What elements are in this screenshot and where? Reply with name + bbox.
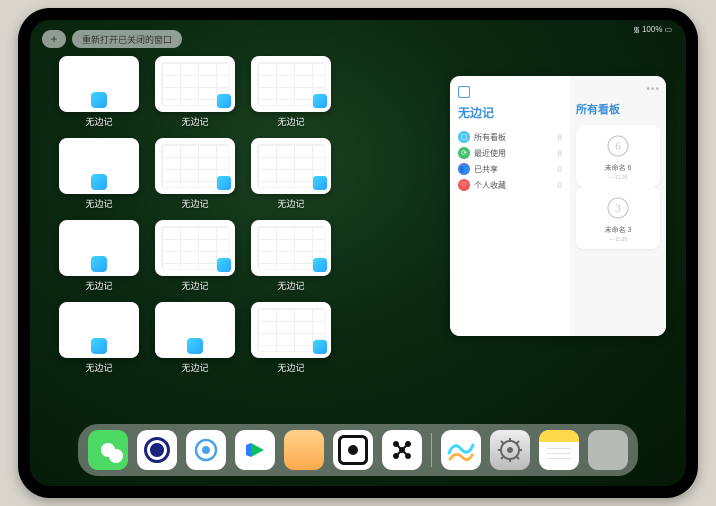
- freeform-icon[interactable]: [441, 430, 481, 470]
- plus-icon: +: [50, 32, 57, 46]
- switcher-tile[interactable]: 无边记: [250, 138, 332, 210]
- switcher-tile[interactable]: 无边记: [154, 302, 236, 374]
- board-timestamp: — 11:26: [609, 175, 628, 181]
- procreate-icon[interactable]: [333, 430, 373, 470]
- tile-label: 无边记: [85, 279, 112, 292]
- switcher-tile[interactable]: 无边记: [154, 56, 236, 128]
- tile-label: 无边记: [181, 115, 208, 128]
- sidebar-item-label: 个人收藏: [474, 180, 558, 191]
- board-name: 未命名 6: [605, 163, 632, 173]
- board-card[interactable]: 3 未命名 3 — 11:25: [576, 187, 660, 249]
- tile-label: 无边记: [85, 115, 112, 128]
- tile-thumbnail: [59, 56, 139, 112]
- switcher-tile[interactable]: 无边记: [154, 220, 236, 292]
- switcher-tile[interactable]: 无边记: [250, 302, 332, 374]
- sidebar-item-count: 8: [558, 133, 562, 142]
- tile-label: 无边记: [277, 115, 304, 128]
- ipad-frame: ᯾ 100% ▭ + 重新打开已关闭的窗口 无边记无边记无边记无边记无边记无边记…: [18, 8, 698, 498]
- sidebar-item-icon: ⟳: [458, 147, 470, 159]
- tile-label: 无边记: [277, 279, 304, 292]
- tile-thumbnail: [59, 302, 139, 358]
- sidebar-toggle-icon[interactable]: [458, 86, 470, 98]
- tile-thumbnail: [155, 56, 235, 112]
- sidebar-item-icon: 👥: [458, 163, 470, 175]
- sidebar-item-count: 8: [558, 149, 562, 158]
- top-controls: + 重新打开已关闭的窗口: [42, 30, 182, 48]
- sidebar-item-icon: ▢: [458, 131, 470, 143]
- board-name: 未命名 3: [605, 225, 632, 235]
- switcher-tile[interactable]: 无边记: [250, 56, 332, 128]
- panel-sidebar: 无边记 ▢ 所有看板8 ⟳ 最近使用8 👥 已共享0 ♡ 个人收藏0: [450, 76, 570, 336]
- app-switcher-grid: 无边记无边记无边记无边记无边记无边记无边记无边记无边记无边记无边记无边记: [58, 56, 428, 374]
- books-icon[interactable]: [284, 430, 324, 470]
- tile-label: 无边记: [85, 197, 112, 210]
- svg-text:6: 6: [615, 140, 621, 153]
- notes-icon[interactable]: [539, 430, 579, 470]
- settings-icon[interactable]: [490, 430, 530, 470]
- panel-toolbar: [458, 86, 562, 98]
- new-window-button[interactable]: +: [42, 30, 66, 48]
- tile-label: 无边记: [181, 197, 208, 210]
- freeform-panel[interactable]: 无边记 ▢所有看板8⟳最近使用8👥已共享0♡个人收藏0 ••• 所有看板 6未命…: [450, 76, 666, 336]
- board-preview: 3: [601, 193, 635, 223]
- tile-thumbnail: [155, 302, 235, 358]
- tile-thumbnail: [59, 138, 139, 194]
- tile-thumbnail: [155, 220, 235, 276]
- panel-title: 无边记: [458, 104, 562, 121]
- dock: [78, 424, 638, 476]
- tile-label: 无边记: [181, 279, 208, 292]
- sidebar-item[interactable]: ▢ 所有看板8: [458, 129, 562, 145]
- tile-thumbnail: [251, 302, 331, 358]
- board-card[interactable]: 6 未命名 6 — 11:26: [576, 125, 660, 187]
- sidebar-item-label: 最近使用: [474, 148, 558, 159]
- switcher-tile[interactable]: 无边记: [250, 220, 332, 292]
- wifi-icon: ᯾: [633, 24, 640, 35]
- switcher-tile[interactable]: 无边记: [58, 302, 140, 374]
- reopen-closed-window-button[interactable]: 重新打开已关闭的窗口: [72, 30, 182, 48]
- sidebar-item-count: 0: [558, 181, 562, 190]
- iqiyi-icon[interactable]: [235, 430, 275, 470]
- dock-separator: [431, 433, 432, 467]
- panel-more-icon[interactable]: •••: [646, 84, 660, 95]
- app-folder-icon[interactable]: [588, 430, 628, 470]
- battery-label: 100%: [642, 25, 662, 34]
- reopen-label: 重新打开已关闭的窗口: [82, 33, 172, 46]
- tile-label: 无边记: [277, 197, 304, 210]
- sidebar-item[interactable]: ♡ 个人收藏0: [458, 177, 562, 193]
- sidebar-item[interactable]: ⟳ 最近使用8: [458, 145, 562, 161]
- sidebar-item-label: 已共享: [474, 164, 558, 175]
- board-preview: 6: [601, 131, 635, 161]
- tile-thumbnail: [251, 138, 331, 194]
- tile-thumbnail: [251, 56, 331, 112]
- panel-right-title: 所有看板: [576, 101, 660, 117]
- panel-content: ••• 所有看板 6 未命名 6 — 11:26 3 未命名 3 — 11:25: [570, 76, 666, 336]
- tile-label: 无边记: [85, 361, 112, 374]
- wechat-icon[interactable]: [88, 430, 128, 470]
- quark-hd-icon[interactable]: [186, 430, 226, 470]
- quark-icon[interactable]: [137, 430, 177, 470]
- sidebar-item-count: 0: [558, 165, 562, 174]
- switcher-tile[interactable]: 无边记: [58, 138, 140, 210]
- svg-text:3: 3: [615, 202, 621, 215]
- molecule-app-icon[interactable]: [382, 430, 422, 470]
- sidebar-item-label: 所有看板: [474, 132, 558, 143]
- switcher-tile[interactable]: 无边记: [58, 56, 140, 128]
- screen: ᯾ 100% ▭ + 重新打开已关闭的窗口 无边记无边记无边记无边记无边记无边记…: [30, 20, 686, 486]
- status-bar: ᯾ 100% ▭: [633, 24, 672, 35]
- board-timestamp: — 11:25: [609, 237, 628, 243]
- tile-label: 无边记: [181, 361, 208, 374]
- battery-icon: ▭: [664, 25, 672, 34]
- tile-thumbnail: [59, 220, 139, 276]
- tile-thumbnail: [155, 138, 235, 194]
- tile-thumbnail: [251, 220, 331, 276]
- sidebar-item-icon: ♡: [458, 179, 470, 191]
- tile-label: 无边记: [277, 361, 304, 374]
- switcher-tile[interactable]: 无边记: [58, 220, 140, 292]
- sidebar-item[interactable]: 👥 已共享0: [458, 161, 562, 177]
- switcher-tile[interactable]: 无边记: [154, 138, 236, 210]
